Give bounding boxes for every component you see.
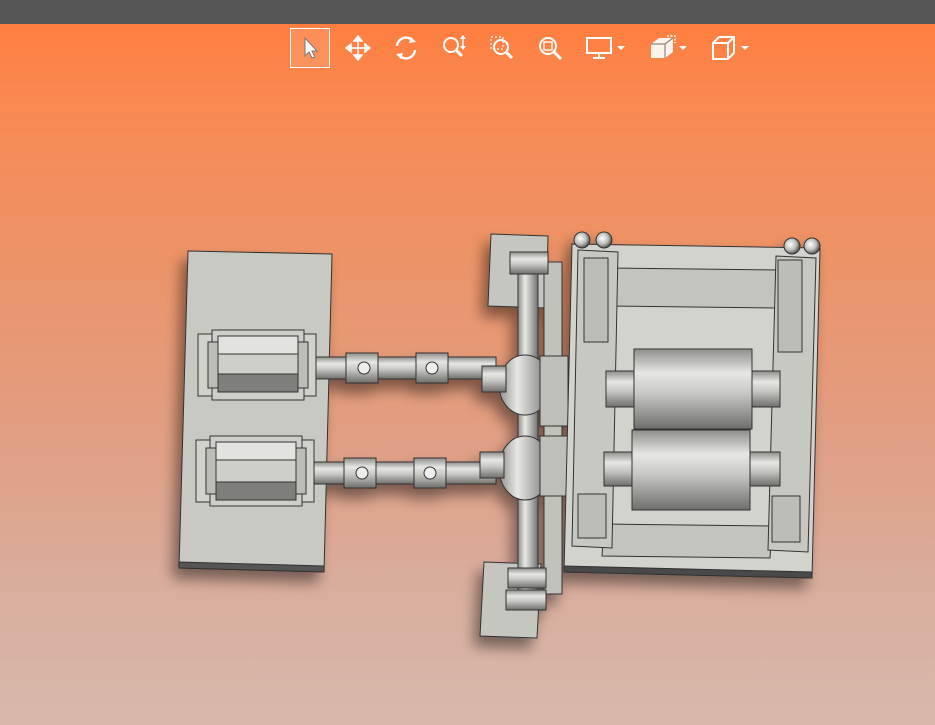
window-title-bar xyxy=(0,0,935,24)
3d-viewport[interactable] xyxy=(0,24,935,725)
cad-assembly-icon[interactable] xyxy=(0,24,935,725)
